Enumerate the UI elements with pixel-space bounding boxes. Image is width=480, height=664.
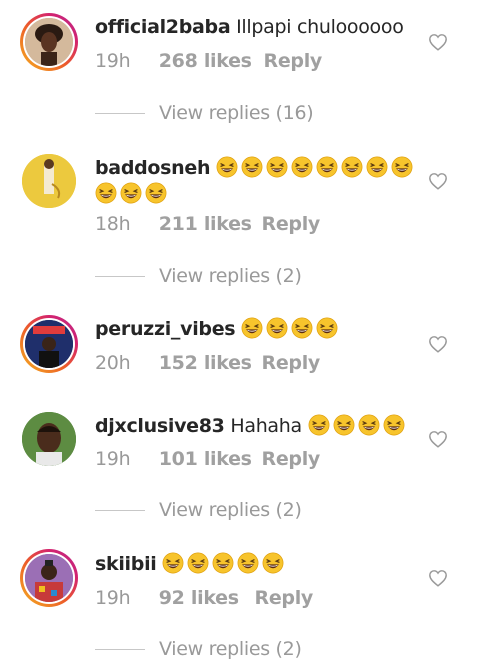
avatar-photo (25, 554, 73, 602)
grinning-squinting-face-emoji-icon (262, 552, 284, 574)
comment-text: Illpapi chuloooooo (236, 16, 404, 38)
emoji-row-1 (216, 156, 416, 179)
likes-count[interactable]: 211 likes (159, 213, 256, 235)
comment-time: 18h (95, 213, 131, 235)
grinning-squinting-face-emoji-icon (333, 414, 355, 436)
avatar-photo (22, 154, 76, 208)
view-replies-button[interactable]: View replies (2) (95, 638, 302, 660)
likes-count[interactable]: 101 likes (159, 448, 256, 470)
avatar[interactable] (20, 549, 78, 607)
emoji-row-1 (241, 317, 341, 340)
grinning-squinting-face-emoji-icon (145, 182, 167, 204)
emoji-row-1 (162, 552, 287, 575)
comment-item: official2baba Illpapi chuloooooo 19h 268… (0, 10, 480, 140)
grinning-squinting-face-emoji-icon (241, 317, 263, 339)
comment-item: peruzzi_vibes 20h 152 likes Reply (0, 315, 480, 385)
grinning-squinting-face-emoji-icon (212, 552, 234, 574)
comment-body: baddosneh (95, 156, 416, 179)
grinning-squinting-face-emoji-icon (391, 156, 413, 178)
grinning-squinting-face-emoji-icon (162, 552, 184, 574)
comment-meta: 19h 101 likes Reply (95, 448, 320, 470)
grinning-squinting-face-emoji-icon (237, 552, 259, 574)
grinning-squinting-face-emoji-icon (383, 414, 405, 436)
username[interactable]: skiibii (95, 553, 157, 575)
emoji-row-2 (95, 182, 170, 205)
avatar[interactable] (20, 315, 78, 373)
heart-icon[interactable] (428, 33, 448, 51)
comment-meta: 19h 92 likes Reply (95, 587, 313, 609)
comment-body: skiibii (95, 552, 287, 575)
grinning-squinting-face-emoji-icon (266, 156, 288, 178)
heart-icon[interactable] (428, 335, 448, 353)
comment-text: Hahaha (230, 415, 302, 437)
comment-time: 19h (95, 448, 131, 470)
comment-body: official2baba Illpapi chuloooooo (95, 16, 404, 38)
replies-divider (95, 113, 145, 114)
likes-count[interactable]: 268 likes (159, 50, 258, 72)
comment-time: 19h (95, 50, 131, 72)
likes-count[interactable]: 92 likes (159, 587, 249, 609)
replies-divider (95, 649, 145, 650)
avatar-photo (25, 320, 73, 368)
reply-button[interactable]: Reply (255, 587, 314, 609)
reply-button[interactable]: Reply (262, 352, 321, 374)
reply-button[interactable]: Reply (264, 50, 323, 72)
view-replies-button[interactable]: View replies (2) (95, 265, 302, 287)
grinning-squinting-face-emoji-icon (120, 182, 142, 204)
comment-item: baddosneh 18h 211 likes Reply View repli… (0, 152, 480, 292)
grinning-squinting-face-emoji-icon (216, 156, 238, 178)
comment-time: 19h (95, 587, 131, 609)
view-replies-label: View replies (2) (159, 265, 302, 287)
grinning-squinting-face-emoji-icon (95, 182, 117, 204)
comment-body: djxclusive83 Hahaha (95, 414, 408, 437)
comment-body: peruzzi_vibes (95, 317, 341, 340)
comment-item: skiibii 19h 92 likes Reply View replies … (0, 547, 480, 664)
grinning-squinting-face-emoji-icon (308, 414, 330, 436)
view-replies-label: View replies (2) (159, 499, 302, 521)
username[interactable]: baddosneh (95, 157, 211, 179)
grinning-squinting-face-emoji-icon (266, 317, 288, 339)
grinning-squinting-face-emoji-icon (316, 317, 338, 339)
grinning-squinting-face-emoji-icon (366, 156, 388, 178)
likes-count[interactable]: 152 likes (159, 352, 256, 374)
view-replies-label: View replies (16) (159, 102, 314, 124)
view-replies-label: View replies (2) (159, 638, 302, 660)
view-replies-button[interactable]: View replies (2) (95, 499, 302, 521)
username[interactable]: peruzzi_vibes (95, 318, 236, 340)
comment-meta: 18h 211 likes Reply (95, 213, 320, 235)
heart-icon[interactable] (428, 569, 448, 587)
grinning-squinting-face-emoji-icon (358, 414, 380, 436)
reply-button[interactable]: Reply (262, 448, 321, 470)
grinning-squinting-face-emoji-icon (187, 552, 209, 574)
avatar-photo (22, 412, 76, 466)
replies-divider (95, 276, 145, 277)
view-replies-button[interactable]: View replies (16) (95, 102, 314, 124)
emoji-row-1 (308, 414, 408, 437)
avatar-photo (25, 18, 73, 66)
comment-meta: 20h 152 likes Reply (95, 352, 320, 374)
grinning-squinting-face-emoji-icon (316, 156, 338, 178)
grinning-squinting-face-emoji-icon (291, 317, 313, 339)
username[interactable]: djxclusive83 (95, 415, 225, 437)
reply-button[interactable]: Reply (262, 213, 321, 235)
heart-icon[interactable] (428, 172, 448, 190)
avatar[interactable] (20, 13, 78, 71)
replies-divider (95, 510, 145, 511)
grinning-squinting-face-emoji-icon (291, 156, 313, 178)
comment-time: 20h (95, 352, 131, 374)
comment-item: djxclusive83 Hahaha 19h 101 likes Reply … (0, 410, 480, 540)
avatar[interactable] (20, 410, 78, 468)
comment-meta: 19h 268 likes Reply (95, 50, 322, 72)
avatar[interactable] (20, 152, 78, 210)
grinning-squinting-face-emoji-icon (341, 156, 363, 178)
heart-icon[interactable] (428, 430, 448, 448)
comment-body-continued (95, 182, 170, 205)
grinning-squinting-face-emoji-icon (241, 156, 263, 178)
username[interactable]: official2baba (95, 16, 231, 38)
